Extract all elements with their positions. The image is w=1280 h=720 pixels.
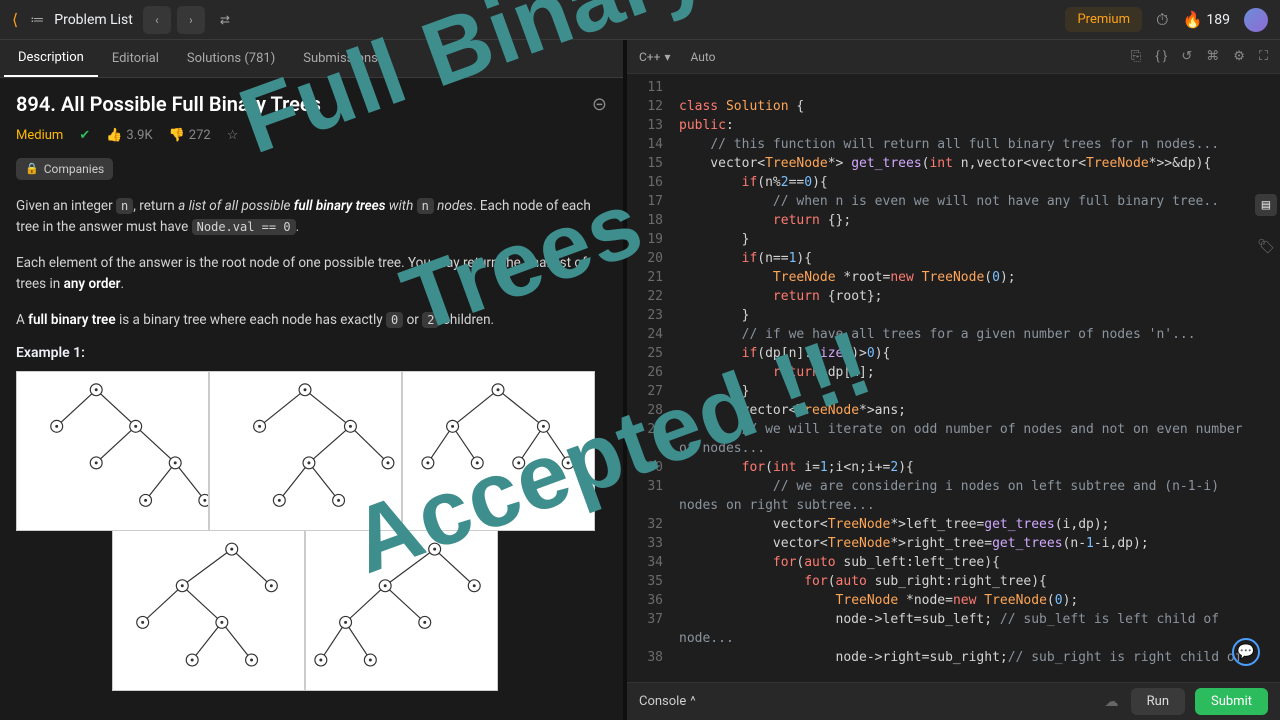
settings-icon[interactable]: ⚙: [1233, 49, 1245, 64]
notes-icon[interactable]: ▤: [1255, 194, 1277, 216]
solved-check-icon: ✔: [79, 128, 90, 143]
lock-icon: 🔒: [25, 162, 39, 175]
braces-icon[interactable]: { }: [1155, 49, 1167, 64]
fullscreen-icon[interactable]: ⛶: [1259, 49, 1268, 64]
tab-editorial[interactable]: Editorial: [98, 40, 173, 77]
dislike-button[interactable]: 👎 272: [169, 128, 211, 143]
favorite-button[interactable]: ☆: [227, 128, 239, 143]
companies-label: Companies: [44, 162, 105, 176]
list-icon[interactable]: ≔: [30, 12, 44, 28]
like-count: 3.9K: [126, 128, 152, 143]
console-toggle[interactable]: Console ^: [639, 694, 696, 709]
problem-panel: Description Editorial Solutions (781) Su…: [0, 40, 627, 720]
dislike-count: 272: [189, 128, 211, 143]
chat-bubble-icon[interactable]: 💬: [1232, 638, 1260, 666]
chevron-down-icon: ▾: [664, 50, 670, 64]
code-panel: C++ ▾ Auto ⎘ { } ↺ ⌘ ⚙ ⛶ 111213141516171…: [627, 40, 1280, 720]
shuffle-button[interactable]: ⇄: [211, 6, 239, 34]
flame-icon: 🔥: [1182, 10, 1202, 29]
shortcuts-icon[interactable]: ⌘: [1206, 49, 1219, 64]
streak-count: 189: [1206, 12, 1230, 28]
problem-title: 894. All Possible Full Binary Trees: [16, 92, 321, 116]
example-diagram: [16, 371, 596, 691]
language-select[interactable]: C++ ▾: [639, 50, 670, 64]
streak-counter[interactable]: 🔥 189: [1182, 10, 1230, 29]
tab-description[interactable]: Description: [4, 40, 98, 77]
code-editor[interactable]: 1112131415161718192021222324252627282930…: [627, 74, 1280, 682]
chevron-up-icon: ^: [690, 694, 695, 709]
tab-solutions[interactable]: Solutions (781): [173, 40, 289, 77]
submit-button[interactable]: Submit: [1195, 688, 1268, 715]
editor-right-rail: ▤ 🏷: [1252, 74, 1280, 682]
share-button[interactable]: ↗: [254, 128, 265, 143]
run-button[interactable]: Run: [1131, 688, 1185, 715]
problem-list-link[interactable]: Problem List: [54, 12, 133, 28]
reset-icon[interactable]: ↺: [1181, 49, 1192, 64]
tab-submissions[interactable]: Submissions: [289, 40, 392, 77]
companies-tag[interactable]: 🔒 Companies: [16, 158, 113, 180]
like-button[interactable]: 👍 3.9K: [106, 128, 152, 143]
example-label: Example 1:: [16, 345, 607, 361]
premium-button[interactable]: Premium: [1065, 7, 1142, 32]
tag-icon[interactable]: 🏷: [1255, 236, 1277, 258]
code-footer: Console ^ ☁ Run Submit: [627, 682, 1280, 720]
top-bar: ⟨ ≔ Problem List ‹ › ⇄ Premium ⏱ 🔥 189: [0, 0, 1280, 40]
timer-icon[interactable]: ⏱: [1156, 10, 1168, 30]
cloud-icon[interactable]: ☁: [1105, 694, 1119, 710]
difficulty-badge: Medium: [16, 128, 63, 143]
bookmark-icon[interactable]: ⎘: [1131, 49, 1141, 64]
more-menu-icon[interactable]: ⊝: [592, 94, 607, 115]
prev-problem-button[interactable]: ‹: [143, 6, 171, 34]
next-problem-button[interactable]: ›: [177, 6, 205, 34]
problem-tabs: Description Editorial Solutions (781) Su…: [0, 40, 623, 78]
logo-icon[interactable]: ⟨: [12, 10, 18, 29]
code-toolbar: C++ ▾ Auto ⎘ { } ↺ ⌘ ⚙ ⛶: [627, 40, 1280, 74]
problem-description: Given an integer n, return a list of all…: [16, 196, 607, 692]
avatar[interactable]: [1244, 8, 1268, 32]
autocomplete-toggle[interactable]: Auto: [690, 50, 715, 64]
